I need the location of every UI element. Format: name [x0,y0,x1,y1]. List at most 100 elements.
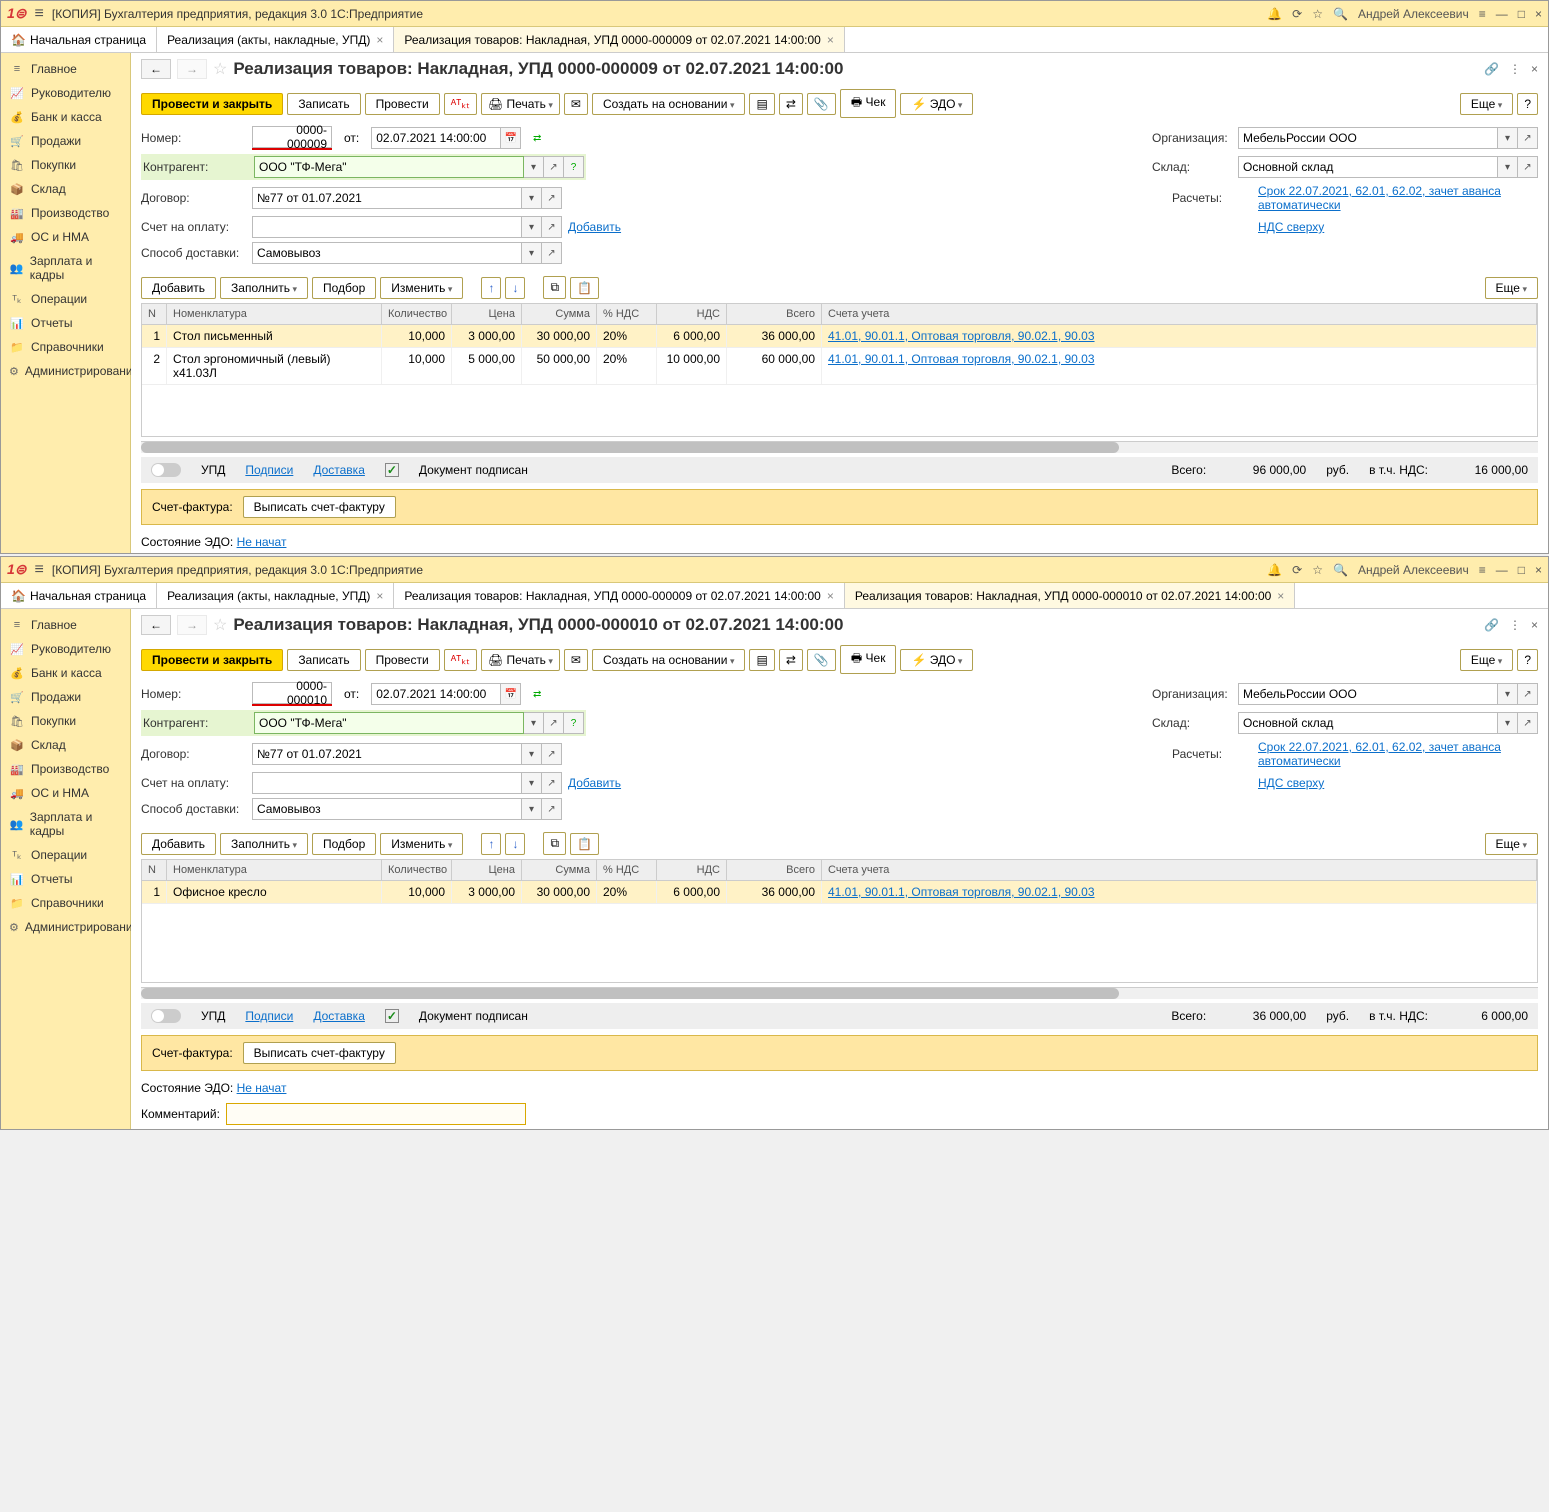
contract-field[interactable]: №77 от 01.07.2021 [252,743,522,765]
favorite-button[interactable]: ☆ [213,59,227,79]
bell-icon[interactable]: 🔔 [1267,563,1282,577]
issue-invoice-button[interactable]: Выписать счет-фактуру [243,1042,396,1064]
menu-icon[interactable]: ≡ [35,5,44,23]
h-scrollbar[interactable] [141,987,1538,999]
invoice-acc-field[interactable] [252,772,522,794]
history-icon[interactable]: ⟳ [1292,7,1302,21]
help-button[interactable]: ? [1517,649,1538,671]
mail-button[interactable]: ✉ [564,649,588,671]
tab-home[interactable]: 🏠 Начальная страница [1,583,157,608]
help-field-icon[interactable]: ? [564,712,584,734]
more-button[interactable]: Еще [1460,93,1513,115]
search-icon[interactable]: 🔍 [1333,7,1348,21]
star-icon[interactable]: ☆ [1312,7,1323,21]
back-button[interactable]: ← [141,615,171,635]
open-icon[interactable]: ↗ [544,156,564,178]
back-button[interactable]: ← [141,59,171,79]
move-down-button[interactable]: ↓ [505,277,525,299]
tab-doc-9[interactable]: Реализация товаров: Накладная, УПД 0000-… [394,583,844,608]
tab-list[interactable]: Реализация (акты, накладные, УПД)× [157,583,394,608]
delivery-field[interactable]: Самовывоз [252,242,522,264]
open-icon[interactable]: ↗ [542,216,562,238]
upd-toggle[interactable] [151,463,181,477]
close-icon[interactable]: × [827,589,834,603]
move-up-button[interactable]: ↑ [481,833,501,855]
vat-link[interactable]: НДС сверху [1258,220,1538,234]
open-icon[interactable]: ↗ [542,798,562,820]
signatures-link[interactable]: Подписи [245,463,293,477]
dropdown-icon[interactable]: ▾ [1498,127,1518,149]
number-field[interactable]: 0000-000010 [252,682,332,704]
vmenu-icon[interactable]: ⋮ [1509,618,1521,632]
table-more-button[interactable]: Еще [1485,277,1538,299]
dropdown-icon[interactable]: ▾ [522,798,542,820]
dropdown-icon[interactable]: ▾ [522,743,542,765]
search-icon[interactable]: 🔍 [1333,563,1348,577]
change-button[interactable]: Изменить [380,833,463,855]
dt-kt-button[interactable]: ᴬᵀₖₜ [444,93,477,115]
compare-button[interactable]: ⇄ [779,649,803,671]
close-icon[interactable]: × [1277,589,1284,603]
dropdown-icon[interactable]: ▾ [1498,683,1518,705]
calc-link[interactable]: Срок 22.07.2021, 62.01, 62.02, зачет ава… [1258,184,1538,212]
add-row-button[interactable]: Добавить [141,833,216,855]
move-up-button[interactable]: ↑ [481,277,501,299]
calc-link[interactable]: Срок 22.07.2021, 62.01, 62.02, зачет ава… [1258,740,1538,768]
minimize-icon[interactable]: — [1496,563,1508,577]
fill-button[interactable]: Заполнить [220,833,308,855]
issue-invoice-button[interactable]: Выписать счет-фактуру [243,496,396,518]
more-button[interactable]: Еще [1460,649,1513,671]
menu-icon[interactable]: ≡ [35,561,44,579]
add-link[interactable]: Добавить [568,776,621,790]
user-name[interactable]: Андрей Алексеевич [1358,7,1469,21]
create-based-button[interactable]: Создать на основании [592,649,746,671]
favorite-button[interactable]: ☆ [213,615,227,635]
star-icon[interactable]: ☆ [1312,563,1323,577]
vat-link[interactable]: НДС сверху [1258,776,1538,790]
dropdown-icon[interactable]: ▾ [522,187,542,209]
dropdown-icon[interactable]: ▾ [524,712,544,734]
mail-button[interactable]: ✉ [564,93,588,115]
dropdown-icon[interactable]: ▾ [524,156,544,178]
number-field[interactable]: 0000-000009 [252,126,332,148]
link-icon[interactable]: 🔗 [1484,62,1499,76]
paste-button[interactable]: 📋 [570,833,599,855]
save-button[interactable]: Записать [287,93,360,115]
cheque-button[interactable]: 🖶 Чек [840,645,897,674]
acc-link[interactable]: 41.01, 90.01.1, Оптовая торговля, 90.02.… [822,881,1537,903]
date-field[interactable]: 02.07.2021 14:00:00 [371,683,501,705]
close-icon[interactable]: × [827,33,834,47]
dropdown-icon[interactable]: ▾ [522,216,542,238]
acc-link[interactable]: 41.01, 90.01.1, Оптовая торговля, 90.02.… [822,348,1537,384]
signatures-link[interactable]: Подписи [245,1009,293,1023]
forward-button[interactable]: → [177,615,207,635]
table-more-button[interactable]: Еще [1485,833,1538,855]
open-icon[interactable]: ↗ [1518,156,1538,178]
dropdown-icon[interactable]: ▾ [1498,712,1518,734]
table-row[interactable]: 2 Стол эргономичный (левый) х41.03Л 10,0… [142,348,1537,385]
close-icon[interactable]: × [1535,7,1542,21]
post-button[interactable]: Провести [365,649,440,671]
bell-icon[interactable]: 🔔 [1267,7,1282,21]
close-icon[interactable]: × [376,589,383,603]
close-doc-icon[interactable]: × [1531,62,1538,76]
warehouse-field[interactable]: Основной склад [1238,156,1498,178]
edo-state-link[interactable]: Не начат [237,1081,287,1095]
dropdown-icon[interactable]: ▾ [522,242,542,264]
tab-doc[interactable]: Реализация товаров: Накладная, УПД 0000-… [394,27,844,52]
copy-button[interactable]: ⧉ [543,832,566,855]
delivery-link[interactable]: Доставка [313,463,365,477]
org-field[interactable]: МебельРоссии ООО [1238,683,1498,705]
close-doc-icon[interactable]: × [1531,618,1538,632]
select-button[interactable]: Подбор [312,277,376,299]
dt-kt-button[interactable]: ᴬᵀₖₜ [444,649,477,671]
add-row-button[interactable]: Добавить [141,277,216,299]
open-icon[interactable]: ↗ [542,242,562,264]
org-field[interactable]: МебельРоссии ООО [1238,127,1498,149]
help-field-icon[interactable]: ? [564,156,584,178]
tab-home[interactable]: 🏠 Начальная страница [1,27,157,52]
maximize-icon[interactable]: □ [1518,563,1525,577]
list-button[interactable]: ▤ [749,649,774,671]
tab-doc-10[interactable]: Реализация товаров: Накладная, УПД 0000-… [845,583,1295,608]
fill-button[interactable]: Заполнить [220,277,308,299]
